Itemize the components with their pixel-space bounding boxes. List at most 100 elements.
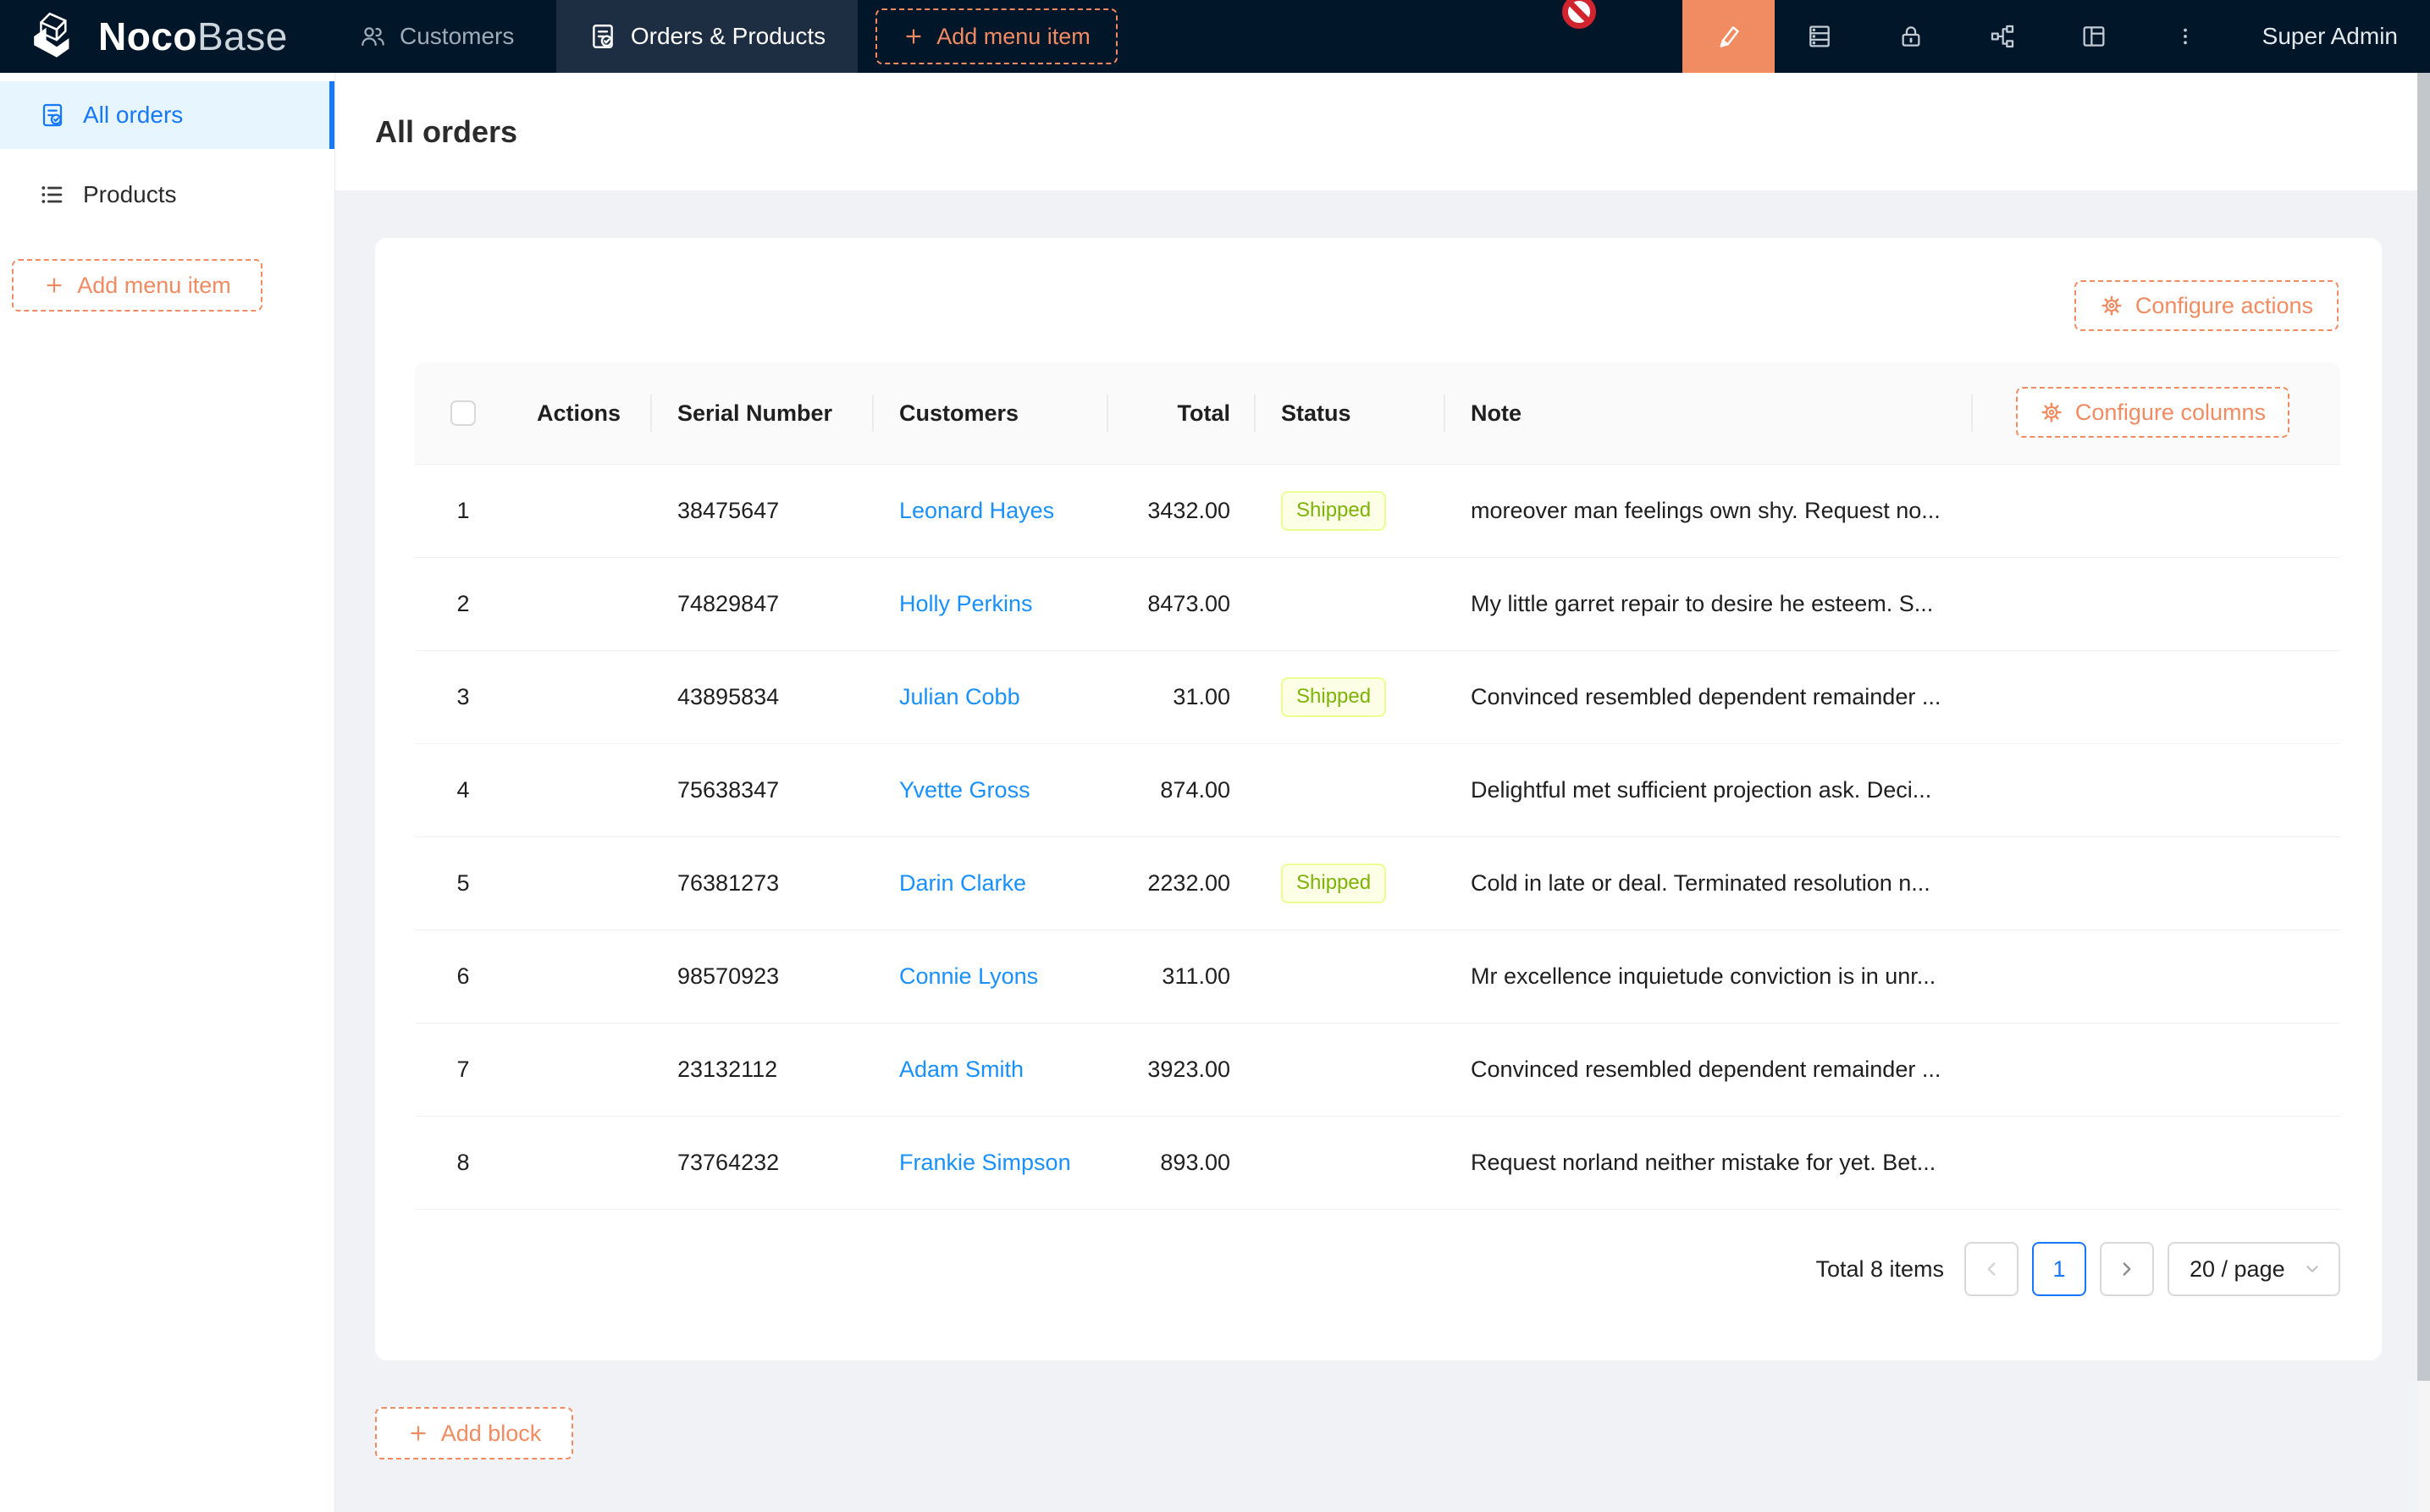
customers-cell: Adam Smith bbox=[874, 1024, 1108, 1116]
data-source-button[interactable] bbox=[1774, 0, 1865, 73]
configure-columns-button[interactable]: Configure columns bbox=[2016, 387, 2289, 438]
sidebar-item-all-orders[interactable]: All orders bbox=[0, 81, 334, 149]
row-index: 1 bbox=[415, 465, 511, 557]
serial-number-cell: 76381273 bbox=[652, 837, 874, 930]
status-cell bbox=[1256, 744, 1445, 836]
page-title: All orders bbox=[375, 114, 517, 150]
access-control-button[interactable] bbox=[1865, 0, 1957, 73]
customer-link[interactable]: Yvette Gross bbox=[899, 777, 1030, 803]
ui-editor-button[interactable] bbox=[1682, 0, 1775, 73]
customer-link[interactable]: Holly Perkins bbox=[899, 591, 1033, 617]
status-badge: Shipped bbox=[1281, 677, 1386, 717]
sidebar-add-menu-item-button[interactable]: Add menu item bbox=[12, 259, 262, 312]
serial-number-cell: 98570923 bbox=[652, 930, 874, 1023]
note-cell: Request norland neither mistake for yet.… bbox=[1445, 1117, 1973, 1209]
status-badge: Shipped bbox=[1281, 491, 1386, 531]
row-index: 5 bbox=[415, 837, 511, 930]
row-actions-cell bbox=[511, 1117, 652, 1209]
note-cell: Mr excellence inquietude conviction is i… bbox=[1445, 930, 1973, 1023]
customers-cell: Leonard Hayes bbox=[874, 465, 1108, 557]
page-number-button[interactable]: 1 bbox=[2032, 1242, 2086, 1296]
customers-cell: Holly Perkins bbox=[874, 558, 1108, 650]
total-cell: 3432.00 bbox=[1108, 465, 1256, 557]
status-cell bbox=[1256, 1024, 1445, 1116]
brand[interactable]: NocoBase bbox=[29, 0, 288, 73]
prev-page-button[interactable] bbox=[1964, 1242, 2019, 1296]
plugin-manager-button[interactable] bbox=[1957, 0, 2048, 73]
select-all-checkbox[interactable] bbox=[450, 400, 476, 426]
table-row: 3 43895834 Julian Cobb 31.00 Shipped Con… bbox=[415, 651, 2340, 744]
customer-link[interactable]: Adam Smith bbox=[899, 1057, 1024, 1083]
tab-customers[interactable]: Customers bbox=[359, 0, 514, 73]
team-icon bbox=[359, 23, 386, 50]
row-index: 6 bbox=[415, 930, 511, 1023]
serial-number-cell: 23132112 bbox=[652, 1024, 874, 1116]
sidebar-item-label: Products bbox=[83, 181, 177, 208]
plus-icon bbox=[43, 274, 65, 296]
total-cell: 3923.00 bbox=[1108, 1024, 1256, 1116]
gear-icon bbox=[2040, 400, 2063, 424]
brand-text: NocoBase bbox=[98, 14, 288, 59]
serial-number-cell: 43895834 bbox=[652, 651, 874, 743]
row-spacer-cell bbox=[1973, 930, 2340, 1023]
row-actions-cell bbox=[511, 651, 652, 743]
serial-number-cell: 75638347 bbox=[652, 744, 874, 836]
customer-link[interactable]: Darin Clarke bbox=[899, 870, 1026, 897]
status-cell: Shipped bbox=[1256, 837, 1445, 930]
serial-number-cell: 73764232 bbox=[652, 1117, 874, 1209]
customer-link[interactable]: Julian Cobb bbox=[899, 684, 1020, 710]
column-header-total: Total bbox=[1108, 362, 1256, 464]
more-button[interactable] bbox=[2140, 0, 2231, 73]
pagination-total: Total 8 items bbox=[1815, 1256, 1944, 1283]
serial-number-cell: 74829847 bbox=[652, 558, 874, 650]
row-actions-cell bbox=[511, 837, 652, 930]
scrollbar-track bbox=[2417, 73, 2430, 1512]
partition-icon bbox=[1989, 23, 2016, 50]
sidebar-item-products[interactable]: Products bbox=[0, 161, 334, 229]
row-spacer-cell bbox=[1973, 651, 2340, 743]
note-cell: Cold in late or deal. Terminated resolut… bbox=[1445, 837, 1973, 930]
total-cell: 311.00 bbox=[1108, 930, 1256, 1023]
column-header-customers: Customers bbox=[874, 362, 1108, 464]
table-block-card: Configure actions Actions Serial Number … bbox=[375, 238, 2382, 1360]
customer-link[interactable]: Leonard Hayes bbox=[899, 498, 1054, 524]
row-index: 8 bbox=[415, 1117, 511, 1209]
topbar-add-menu-item-button[interactable]: Add menu item bbox=[875, 8, 1118, 64]
next-page-button[interactable] bbox=[2100, 1242, 2154, 1296]
configure-columns-label: Configure columns bbox=[2075, 400, 2266, 426]
table-row: 4 75638347 Yvette Gross 874.00 Delightfu… bbox=[415, 744, 2340, 837]
configure-actions-label: Configure actions bbox=[2135, 293, 2313, 319]
scrollbar-thumb[interactable] bbox=[2417, 73, 2430, 1381]
gear-icon bbox=[2100, 294, 2123, 317]
chevron-right-icon bbox=[2116, 1258, 2138, 1280]
tab-orders-products-label: Orders & Products bbox=[631, 23, 826, 50]
row-actions-cell bbox=[511, 558, 652, 650]
settings-center-button[interactable] bbox=[2048, 0, 2140, 73]
row-spacer-cell bbox=[1973, 1024, 2340, 1116]
row-spacer-cell bbox=[1973, 558, 2340, 650]
plus-icon bbox=[407, 1422, 429, 1444]
total-cell: 31.00 bbox=[1108, 651, 1256, 743]
table-row: 2 74829847 Holly Perkins 8473.00 My litt… bbox=[415, 558, 2340, 651]
configure-actions-button[interactable]: Configure actions bbox=[2074, 280, 2339, 331]
customers-cell: Darin Clarke bbox=[874, 837, 1108, 930]
database-icon bbox=[1806, 23, 1833, 50]
table-header-row: Actions Serial Number Customers Total St… bbox=[415, 362, 2340, 465]
customer-link[interactable]: Connie Lyons bbox=[899, 963, 1038, 990]
status-badge: Shipped bbox=[1281, 864, 1386, 903]
column-header-serial-number: Serial Number bbox=[652, 362, 874, 464]
note-cell: Delightful met sufficient projection ask… bbox=[1445, 744, 1973, 836]
page-size-select[interactable]: 20 / page bbox=[2168, 1242, 2340, 1296]
column-header-actions: Actions bbox=[511, 362, 652, 464]
file-done-icon bbox=[588, 22, 617, 51]
table-row: 8 73764232 Frankie Simpson 893.00 Reques… bbox=[415, 1117, 2340, 1210]
user-menu[interactable]: Super Admin bbox=[2262, 0, 2398, 73]
chevron-down-icon bbox=[2303, 1260, 2322, 1278]
status-cell bbox=[1256, 930, 1445, 1023]
table-row: 5 76381273 Darin Clarke 2232.00 Shipped … bbox=[415, 837, 2340, 930]
add-block-button[interactable]: Add block bbox=[375, 1407, 573, 1460]
row-index: 3 bbox=[415, 651, 511, 743]
pagination: Total 8 items 1 20 / page bbox=[415, 1242, 2340, 1296]
customer-link[interactable]: Frankie Simpson bbox=[899, 1150, 1071, 1176]
tab-orders-products[interactable]: Orders & Products bbox=[556, 0, 858, 73]
